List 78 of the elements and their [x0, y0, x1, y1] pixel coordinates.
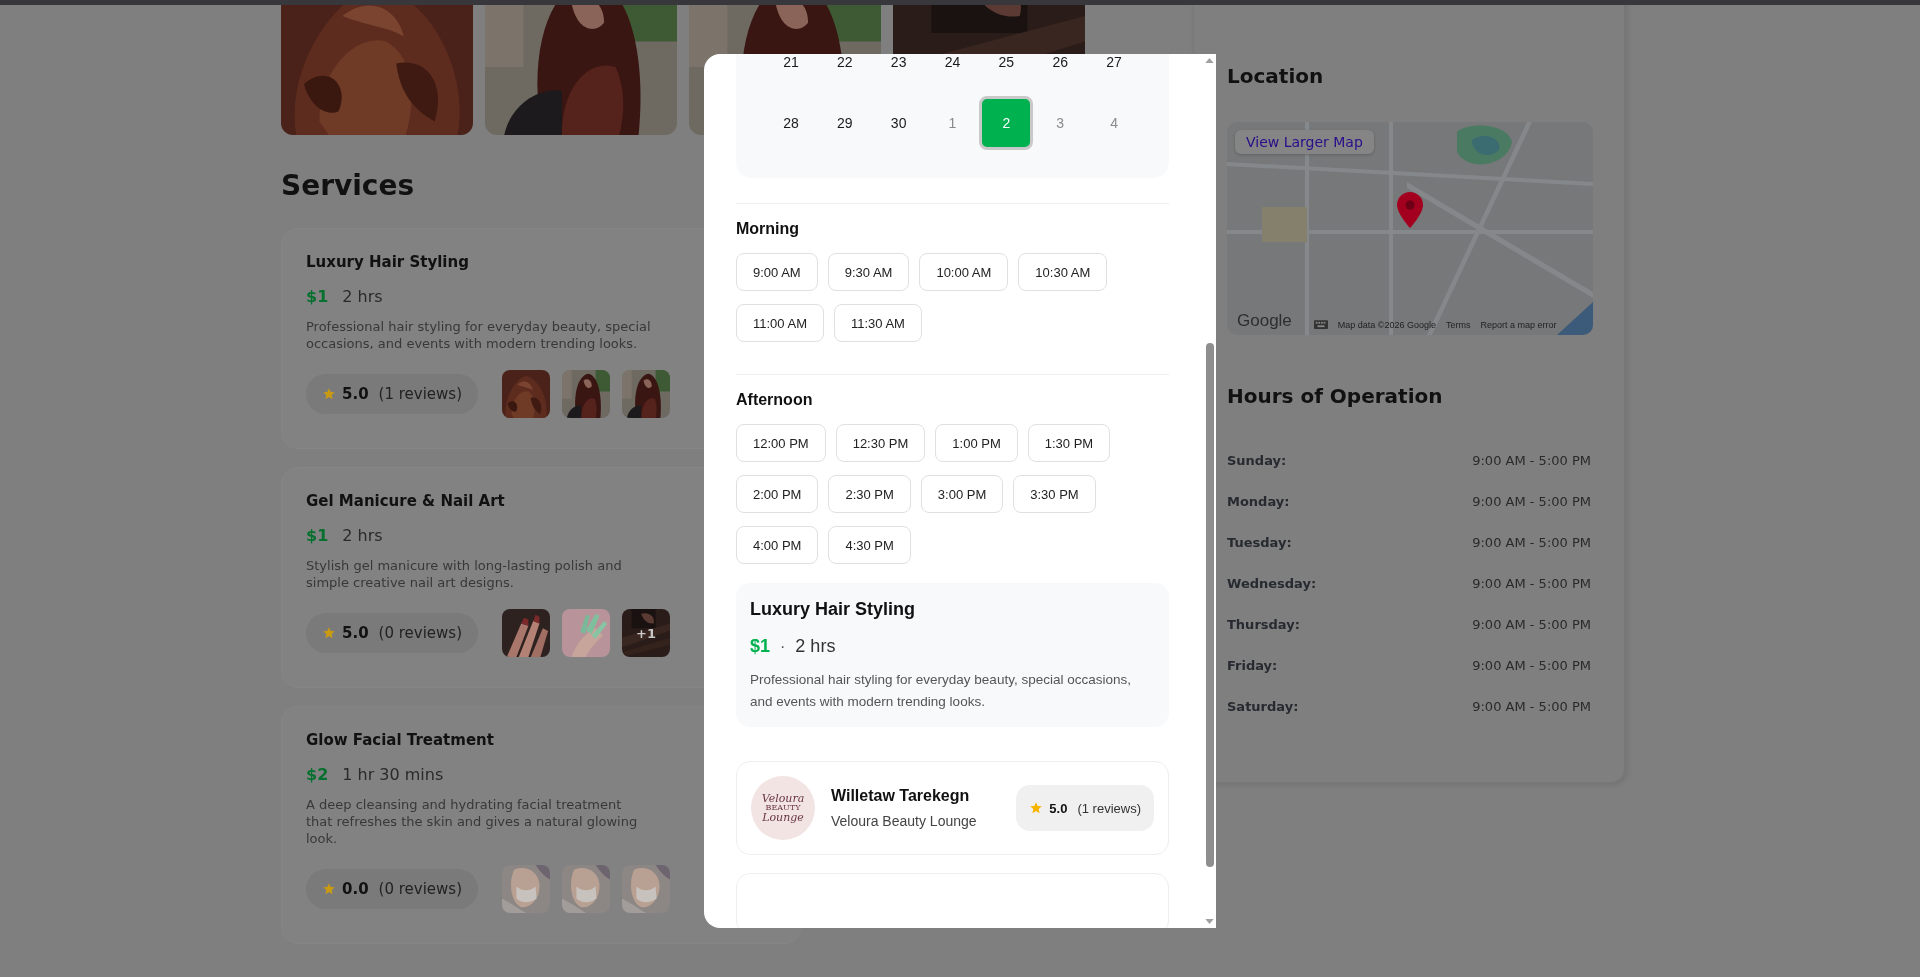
- rating-badge: 5.0 (1 reviews): [306, 374, 478, 414]
- separator: ·: [780, 638, 786, 656]
- day-label: Monday:: [1227, 493, 1290, 511]
- hours-value: 9:00 AM - 5:00 PM: [1472, 657, 1591, 675]
- hours-value: 9:00 AM - 5:00 PM: [1472, 452, 1591, 470]
- provider-name: Willetaw Tarekegn: [831, 787, 971, 805]
- time-slot[interactable]: 2:00 PM: [736, 475, 819, 513]
- rating-badge: 0.0 (0 reviews): [306, 869, 478, 909]
- price: $1: [306, 287, 329, 306]
- time-slot[interactable]: 11:00 AM: [736, 304, 824, 342]
- section-title: Location: [1227, 64, 1325, 88]
- star-icon: [322, 626, 336, 640]
- service-name: Luxury Hair Styling: [306, 253, 469, 271]
- scrollbar-thumb[interactable]: [1205, 343, 1214, 867]
- hours-value: 9:00 AM - 5:00 PM: [1472, 698, 1591, 716]
- hours-value: 9:00 AM - 5:00 PM: [1472, 534, 1591, 552]
- calendar-day[interactable]: 30: [871, 96, 926, 150]
- service-description: Professional hair styling for everyday beauty, special occasions, and events with modern trending looks.: [306, 318, 651, 352]
- star-icon: [322, 387, 336, 401]
- view-larger-map-link[interactable]: View Larger Map: [1235, 130, 1374, 154]
- duration: 2 hrs: [342, 526, 383, 545]
- terms-link[interactable]: Terms: [1446, 320, 1471, 330]
- calendar-day[interactable]: 25: [979, 54, 1034, 89]
- day-label: Thursday:: [1227, 616, 1300, 634]
- time-slot[interactable]: 4:30 PM: [828, 526, 911, 564]
- day-label: Friday:: [1227, 657, 1278, 675]
- time-slot[interactable]: 9:30 AM: [827, 253, 910, 291]
- day-label: Tuesday:: [1227, 534, 1292, 552]
- price: $1: [750, 636, 771, 657]
- calendar-day[interactable]: 24: [925, 54, 980, 89]
- time-slot[interactable]: 12:30 PM: [835, 424, 926, 462]
- time-slot[interactable]: 4:00 PM: [736, 526, 819, 564]
- calendar-day[interactable]: 22: [817, 54, 872, 89]
- rating-badge: 5.0 (1 reviews): [1016, 785, 1154, 831]
- calendar-day[interactable]: 28: [764, 96, 818, 150]
- day-label: Sunday:: [1227, 452, 1287, 470]
- calendar-day[interactable]: 26: [1033, 54, 1088, 89]
- calendar-day[interactable]: 29: [817, 96, 872, 150]
- duration: 2 hrs: [342, 287, 383, 306]
- time-slot[interactable]: 2:30 PM: [828, 475, 911, 513]
- service-name: Glow Facial Treatment: [306, 731, 494, 749]
- time-slot[interactable]: 10:30 AM: [1018, 253, 1108, 291]
- day-label: Saturday:: [1227, 698, 1299, 716]
- map-logo: Google: [1237, 311, 1292, 331]
- hours-value: 9:00 AM - 5:00 PM: [1472, 616, 1591, 634]
- price: $2: [306, 765, 329, 784]
- section-title: Hours of Operation: [1227, 384, 1444, 408]
- rating-badge: 5.0 (0 reviews): [306, 613, 478, 653]
- section-title: Services: [281, 169, 416, 203]
- calendar-day[interactable]: 27: [1087, 54, 1141, 89]
- time-slot[interactable]: 11:30 AM: [833, 304, 922, 342]
- scroll-up-button[interactable]: [1205, 58, 1214, 63]
- time-slot[interactable]: 9:00 AM: [736, 253, 818, 291]
- time-slot[interactable]: 1:00 PM: [935, 424, 1018, 462]
- service-name: Gel Manicure & Nail Art: [306, 492, 505, 510]
- scroll-down-button[interactable]: [1205, 919, 1214, 924]
- service-description: A deep cleansing and hydrating facial treatment that refreshes the skin and gives a natural glowing look.: [306, 796, 639, 847]
- time-slot[interactable]: 1:30 PM: [1027, 424, 1111, 462]
- time-slot[interactable]: 3:00 PM: [920, 475, 1004, 513]
- price: $1: [306, 526, 329, 545]
- star-icon: [1029, 801, 1044, 815]
- time-slot[interactable]: 12:00 PM: [736, 424, 826, 462]
- business-name: Veloura Beauty Lounge: [831, 813, 978, 829]
- star-icon: [322, 882, 336, 896]
- map-pin-icon: [1397, 192, 1423, 228]
- map-attribution: Map data ©2026 Google: [1337, 320, 1437, 330]
- day-label: Wednesday:: [1227, 575, 1317, 593]
- business-logo: Veloura BEAUTY Lounge: [751, 776, 815, 840]
- report-link[interactable]: Report a map error: [1480, 320, 1557, 330]
- service-description: Stylish gel manicure with long-lasting polish and simple creative nail art designs.: [306, 557, 623, 591]
- duration: 1 hr 30 mins: [342, 765, 444, 784]
- calendar-day[interactable]: 23: [871, 54, 926, 89]
- time-slot[interactable]: 3:30 PM: [1013, 475, 1096, 513]
- hours-value: 9:00 AM - 5:00 PM: [1472, 493, 1591, 511]
- time-slot[interactable]: 10:00 AM: [919, 253, 1009, 291]
- calendar-day[interactable]: 21: [764, 54, 818, 89]
- keyboard-icon[interactable]: [1313, 320, 1328, 329]
- hours-value: 9:00 AM - 5:00 PM: [1472, 575, 1591, 593]
